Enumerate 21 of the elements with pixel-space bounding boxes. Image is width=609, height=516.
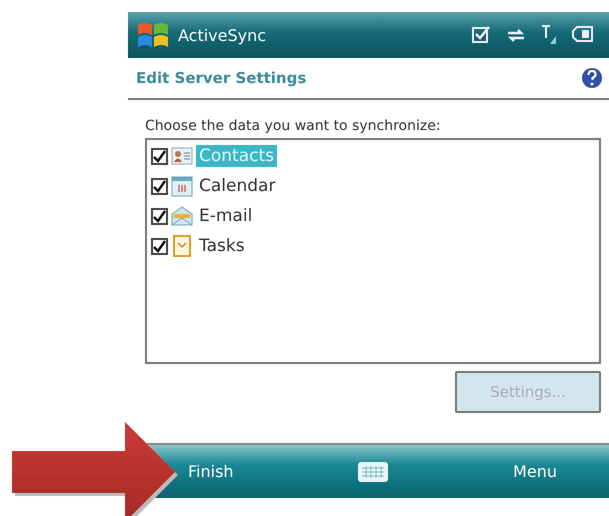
checkbox[interactable]	[151, 178, 168, 194]
finish-softkey[interactable]: Finish	[188, 462, 234, 481]
instruction-text: Choose the data you want to synchronize:	[145, 118, 442, 134]
checkbox[interactable]	[151, 148, 168, 164]
clipboard-icon	[171, 235, 193, 257]
app-title: ActiveSync	[178, 26, 268, 44]
page-title: Edit Server Settings	[136, 69, 306, 87]
battery-icon[interactable]	[571, 24, 595, 44]
help-icon[interactable]	[581, 67, 603, 89]
checkbox[interactable]	[151, 208, 168, 224]
checkbox[interactable]	[151, 238, 168, 254]
keyboard-icon[interactable]	[357, 460, 390, 484]
calendar-icon	[171, 175, 193, 197]
menu-softkey[interactable]: Menu	[513, 462, 557, 481]
list-item[interactable]: Calendar	[196, 175, 278, 197]
envelope-icon	[171, 205, 193, 227]
signal-icon[interactable]	[541, 24, 557, 46]
checkbox-status-icon[interactable]	[471, 24, 491, 44]
list-item[interactable]: Tasks	[196, 235, 248, 257]
list-item[interactable]: E-mail	[196, 205, 256, 227]
contact-card-icon	[171, 145, 193, 167]
